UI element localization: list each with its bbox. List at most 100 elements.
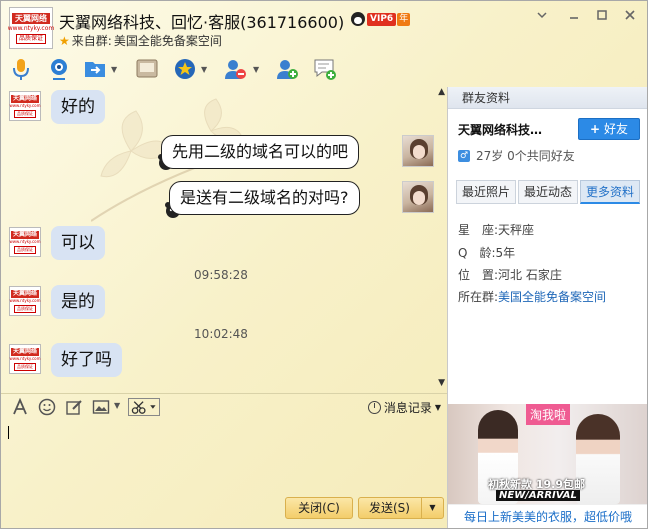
sender-avatar[interactable]: 天翼网络 www.ntyky.com 品质保证 — [9, 91, 41, 121]
tab-recent-activity[interactable]: 最近动态 — [518, 180, 579, 204]
app-center-dropdown-icon[interactable]: ▼ — [201, 65, 207, 74]
logo-name: 天翼网络 — [11, 347, 39, 356]
remove-friend-dropdown-icon[interactable]: ▼ — [253, 65, 259, 74]
title-bar: 天翼网络 www.ntyky.com 品质保证 天翼网络科技、回忆·客服(361… — [1, 1, 647, 53]
info-value: 天秤座 — [498, 223, 535, 237]
friend-avatar[interactable] — [402, 135, 434, 167]
scroll-down-icon[interactable]: ▼ — [438, 378, 445, 388]
message-add-icon[interactable] — [313, 57, 337, 81]
send-button-label: 发送(S) — [369, 501, 410, 515]
advertisement-banner[interactable]: 淘我啦 初秋新款 19.9包邮 NEW/ARRIVAL — [448, 404, 647, 504]
video-call-icon[interactable] — [47, 57, 71, 81]
sender-avatar[interactable]: 天翼网络 www.ntyky.com 品质保证 — [9, 286, 41, 316]
profile-summary: 27岁 0个共同好友 — [476, 149, 575, 163]
app-center-icon[interactable] — [173, 57, 197, 81]
microphone-icon[interactable] — [9, 57, 33, 81]
star-icon: ★ — [59, 33, 70, 48]
info-label: 星 座: — [458, 223, 499, 237]
message-bubble[interactable]: 好的 — [51, 90, 105, 124]
logo-url: www.ntyky.com — [9, 238, 41, 244]
info-label: Q 龄: — [458, 246, 496, 260]
logo-url: www.ntyky.com — [9, 297, 41, 303]
scissors-icon[interactable] — [128, 398, 160, 416]
logo-tag: 品质保证 — [14, 304, 36, 313]
maximize-icon[interactable] — [593, 9, 611, 25]
message-bubble[interactable]: 是送有二级域名的对吗? — [169, 181, 360, 215]
profile-line: ♂ 27岁 0个共同好友 — [458, 147, 575, 164]
info-value: 5年 — [495, 246, 516, 260]
message-bubble[interactable]: 是的 — [51, 285, 105, 319]
minimize-icon[interactable] — [565, 9, 583, 25]
sender-avatar[interactable]: 天翼网络 www.ntyky.com 品质保证 — [9, 344, 41, 374]
vip-level: VIP6 — [367, 12, 397, 26]
ad-subheadline: NEW/ARRIVAL — [496, 490, 580, 501]
logo-url: www.ntyky.com — [7, 24, 55, 32]
panel-header: 群友资料 — [448, 87, 647, 109]
logo-url: www.ntyky.com — [9, 355, 41, 361]
info-group: 所在群:美国全能免备案空间 — [458, 288, 606, 305]
close-icon[interactable] — [621, 9, 639, 25]
screen-share-icon[interactable] — [135, 57, 159, 81]
send-file-icon[interactable] — [83, 57, 107, 81]
history-dropdown-icon: ▼ — [434, 403, 441, 412]
info-location: 位 置:河北 石家庄 — [458, 266, 562, 283]
add-friend-button[interactable]: + 好友 — [578, 118, 640, 140]
window-title: 天翼网络科技、回忆·客服(361716600) — [59, 13, 345, 32]
ad-caption-link[interactable]: 每日上新美美的衣服，超低价哦 — [448, 504, 647, 528]
send-file-dropdown-icon[interactable]: ▼ — [111, 65, 117, 74]
logo-url: www.ntyky.com — [9, 102, 41, 108]
vip-badge[interactable]: VIP6 年 — [351, 12, 411, 26]
info-label: 位 置: — [458, 268, 499, 282]
chat-toolbar: ▼ ▼ ▼ — [1, 53, 647, 85]
clock-icon — [367, 401, 381, 414]
source-prefix: 来自群: — [71, 34, 112, 48]
emoji-icon[interactable] — [38, 398, 56, 416]
logo-tag: 品质保证 — [14, 245, 36, 254]
scroll-up-icon[interactable]: ▲ — [438, 87, 445, 97]
tab-recent-photos[interactable]: 最近照片 — [456, 180, 517, 204]
sender-avatar[interactable]: 天翼网络 www.ntyky.com 品质保证 — [9, 227, 41, 257]
message-bubble[interactable]: 好了吗 — [51, 343, 122, 377]
male-icon: ♂ — [458, 149, 470, 162]
member-name: 天翼网络科技… — [458, 123, 543, 137]
group-avatar[interactable]: 天翼网络 www.ntyky.com 品质保证 — [7, 7, 55, 49]
message-list[interactable]: ▲ 天翼网络 www.ntyky.com 品质保证 好的 先用二级的域名可以的吧… — [1, 87, 447, 393]
chevron-down-icon[interactable] — [533, 9, 551, 25]
logo-name: 天翼网络 — [11, 230, 39, 239]
picture-dropdown-icon[interactable]: ▼ — [114, 401, 120, 410]
close-button[interactable]: 关闭(C) — [285, 497, 353, 519]
ad-brand-tag: 淘我啦 — [526, 404, 571, 425]
input-toolbar: ▼ 消息记录 ▼ — [1, 393, 447, 419]
source-group[interactable]: 美国全能免备案空间 — [114, 32, 222, 49]
edit-image-icon[interactable] — [65, 398, 83, 416]
group-link[interactable]: 美国全能免备案空间 — [498, 290, 606, 304]
vip-year: 年 — [397, 12, 411, 26]
font-icon[interactable] — [11, 398, 29, 416]
logo-tag: 品质保证 — [15, 33, 46, 44]
tab-more-info[interactable]: 更多资料 — [580, 180, 641, 204]
message-history-label: 消息记录 — [383, 401, 432, 415]
send-button[interactable]: 发送(S) ▼ — [358, 497, 444, 519]
member-info-panel: 群友资料 天翼网络科技… + 好友 ♂ 27岁 0个共同好友 最近照片 最近动态 … — [447, 87, 647, 528]
message-bubble[interactable]: 可以 — [51, 226, 105, 260]
message-timestamp: 10:02:48 — [194, 327, 248, 341]
logo-name: 天翼网络 — [11, 94, 39, 103]
message-input[interactable] — [1, 419, 447, 495]
chat-window: 天翼网络 www.ntyky.com 品质保证 天翼网络科技、回忆·客服(361… — [0, 0, 648, 529]
send-options-dropdown-icon[interactable]: ▼ — [421, 498, 443, 518]
message-bubble[interactable]: 先用二级的域名可以的吧 — [161, 135, 360, 169]
logo-name: 天翼网络 — [12, 12, 50, 24]
info-label: 所在群: — [458, 290, 499, 304]
remove-friend-icon[interactable] — [223, 57, 247, 81]
friend-avatar[interactable] — [402, 181, 434, 213]
profile-tabs: 最近照片 最近动态 更多资料 — [456, 180, 641, 204]
info-constellation: 星 座:天秤座 — [458, 221, 534, 238]
text-caret — [8, 426, 9, 439]
info-qq-age: Q 龄:5年 — [458, 244, 515, 261]
picture-icon[interactable] — [92, 398, 110, 416]
logo-tag: 品质保证 — [14, 109, 36, 118]
penguin-icon — [351, 12, 365, 26]
add-friend-icon[interactable] — [275, 57, 299, 81]
message-history-button[interactable]: 消息记录 ▼ — [367, 399, 441, 416]
logo-tag: 品质保证 — [14, 362, 36, 371]
